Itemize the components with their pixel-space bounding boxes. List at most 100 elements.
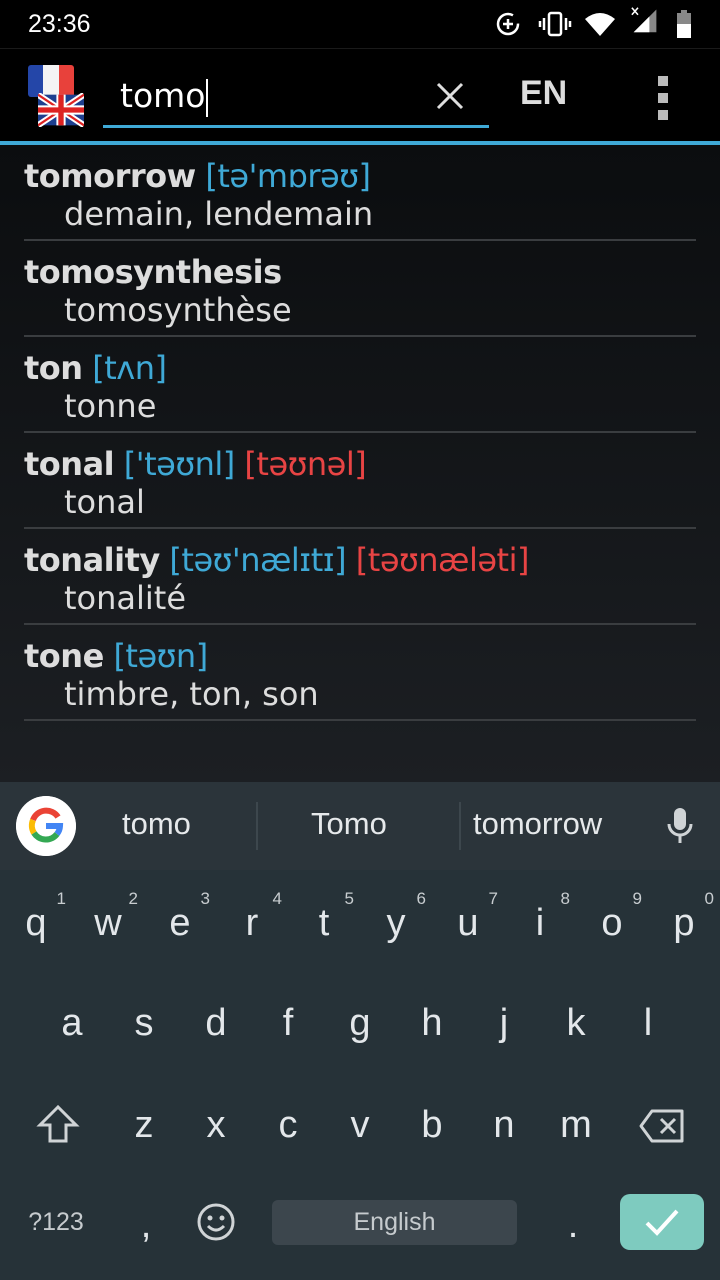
entry-headline: tomosynthesis (24, 253, 282, 291)
wifi-icon (585, 13, 615, 36)
battery-icon (677, 10, 691, 38)
key-k[interactable]: k (540, 978, 612, 1068)
key-label: t (318, 902, 330, 944)
key-y[interactable]: y6 (360, 878, 432, 968)
text-cursor (206, 78, 209, 117)
list-item[interactable]: ton [tʌn] tonne (24, 337, 696, 433)
entry-headline: tonal ['təʊnl] [təʊnəl] (24, 445, 367, 483)
key-b[interactable]: b (396, 1080, 468, 1170)
headword: tone (24, 637, 104, 675)
list-item[interactable]: tonality [təʊ'nælɪtɪ] [təʊnæləti] tonalit… (24, 529, 696, 625)
key-v[interactable]: v (324, 1080, 396, 1170)
backspace-icon[interactable] (638, 1108, 686, 1144)
pronunciation: [təʊ'nælɪtɪ] (169, 541, 347, 579)
key-e[interactable]: e3 (144, 878, 216, 968)
key-f[interactable]: f (252, 978, 324, 1068)
suggestion-3[interactable]: tomorrow (473, 806, 602, 842)
key-x[interactable]: x (180, 1080, 252, 1170)
results-list[interactable]: tomorrow [tə'mɒrəʊ] demain, lendemain tomo… (0, 145, 720, 782)
close-icon[interactable] (430, 76, 470, 116)
language-button[interactable]: EN (520, 74, 567, 113)
key-c[interactable]: c (252, 1080, 324, 1170)
key-label: w (94, 902, 122, 944)
key-t[interactable]: t5 (288, 878, 360, 968)
key-r[interactable]: r4 (216, 878, 288, 968)
key-d[interactable]: d (180, 978, 252, 1068)
period-key[interactable]: . (537, 1180, 609, 1270)
suggestion-separator (459, 802, 461, 850)
headword: tonality (24, 541, 160, 579)
translation: demain, lendemain (64, 195, 374, 233)
key-m[interactable]: m (540, 1080, 612, 1170)
entry-headline: ton [tʌn] (24, 349, 167, 387)
key-label: l (643, 1002, 653, 1044)
key-label: y (386, 902, 406, 944)
key-label: s (134, 1002, 154, 1044)
translation: tonal (64, 483, 145, 521)
key-label: z (134, 1104, 154, 1146)
data-saver-icon (496, 12, 520, 36)
key-j[interactable]: j (468, 978, 540, 1068)
key-label: n (493, 1104, 515, 1146)
key-label: d (205, 1002, 227, 1044)
key-p[interactable]: p0 (648, 878, 720, 968)
shift-icon[interactable] (36, 1104, 80, 1146)
key-hint: 0 (704, 889, 714, 908)
key-hint: 9 (632, 889, 642, 908)
key-label: g (349, 1002, 371, 1044)
symbols-key[interactable]: ?123 (20, 1177, 92, 1267)
uk-flag-icon[interactable] (38, 93, 84, 127)
key-hint: 3 (200, 889, 210, 908)
suggestion-separator (256, 802, 258, 850)
microphone-icon[interactable] (666, 806, 694, 846)
vibrate-icon (538, 11, 572, 37)
key-z[interactable]: z (108, 1080, 180, 1170)
key-s[interactable]: s (108, 978, 180, 1068)
key-a[interactable]: a (36, 978, 108, 1068)
key-n[interactable]: n (468, 1080, 540, 1170)
key-hint: 2 (128, 889, 138, 908)
list-item[interactable]: tonal ['təʊnl] [təʊnəl] tonal (24, 433, 696, 529)
key-q[interactable]: q1 (0, 878, 72, 968)
key-label: i (535, 902, 545, 944)
google-logo-icon[interactable] (16, 796, 76, 856)
list-item[interactable]: tomorrow [tə'mɒrəʊ] demain, lendemain (24, 145, 696, 241)
key-label: p (673, 902, 695, 944)
enter-key[interactable] (620, 1194, 704, 1250)
key-label: b (421, 1104, 443, 1146)
key-label: f (282, 1002, 294, 1044)
key-i[interactable]: i8 (504, 878, 576, 968)
key-hint: 8 (560, 889, 570, 908)
key-l[interactable]: l (612, 978, 684, 1068)
key-w[interactable]: w2 (72, 878, 144, 968)
key-label: u (457, 902, 479, 944)
key-hint: 7 (488, 889, 498, 908)
list-item[interactable]: tone [təʊn] timbre, ton, son (24, 625, 696, 721)
key-u[interactable]: u7 (432, 878, 504, 968)
pronunciation: [tʌn] (92, 349, 167, 387)
pronunciation: ['təʊnl] (123, 445, 235, 483)
headword: tomosynthesis (24, 253, 282, 291)
key-label: c (278, 1104, 298, 1146)
headword: ton (24, 349, 83, 387)
entry-headline: tonality [təʊ'nælɪtɪ] [təʊnæləti] (24, 541, 529, 579)
key-label: j (499, 1002, 509, 1044)
search-value: tomo (120, 76, 206, 115)
key-g[interactable]: g (324, 978, 396, 1068)
key-label: a (61, 1002, 83, 1044)
translation: tomosynthèse (64, 291, 292, 329)
headword: tonal (24, 445, 115, 483)
status-time: 23:36 (28, 10, 91, 38)
key-label: o (601, 902, 623, 944)
status-bar: 23:36 (0, 0, 720, 48)
space-key[interactable]: English (272, 1200, 517, 1245)
key-o[interactable]: o9 (576, 878, 648, 968)
more-vert-icon[interactable] (655, 76, 671, 120)
list-item[interactable]: tomosynthesis tomosynthèse (24, 241, 696, 337)
suggestion-2[interactable]: Tomo (311, 806, 387, 842)
suggestion-1[interactable]: tomo (122, 806, 191, 842)
emoji-icon[interactable] (196, 1202, 236, 1242)
comma-key[interactable]: , (110, 1180, 182, 1270)
signal-no-data-icon (631, 7, 657, 33)
key-h[interactable]: h (396, 978, 468, 1068)
